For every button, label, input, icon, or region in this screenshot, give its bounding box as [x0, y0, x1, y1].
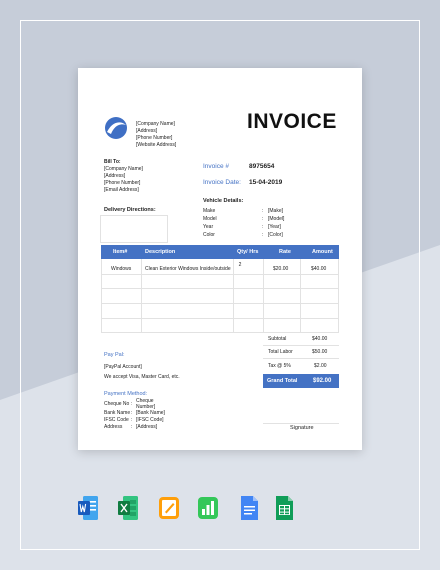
- totals-line: [263, 358, 339, 359]
- table-row-line: [101, 288, 339, 289]
- company-address: [Address]: [136, 128, 158, 134]
- header-description: Description: [145, 249, 176, 255]
- payment-value: [Address]: [136, 424, 158, 430]
- payment-value: [IFSC Code]: [136, 417, 164, 423]
- payment-key: Bank Name: [104, 410, 131, 416]
- payment-method-label: Payment Method:: [104, 391, 148, 397]
- app-icons-row: [0, 494, 440, 526]
- grand-total-value: $92.00: [313, 378, 332, 384]
- google-sheets-icon[interactable]: [273, 494, 295, 522]
- vehicle-row: Color : [Color]: [203, 232, 313, 240]
- totals-line: [263, 345, 339, 346]
- payment-sep: :: [131, 417, 133, 423]
- bill-to-phone: [Phone Number]: [104, 180, 141, 186]
- header-rate: Rate: [279, 249, 291, 255]
- row-rate: $20.00: [273, 266, 289, 272]
- bill-to-label: Bill To:: [104, 159, 121, 165]
- total-labor-label: Total Labor: [268, 349, 293, 355]
- bill-to-block: Bill To: [Company Name] [Address] [Phone…: [104, 159, 143, 194]
- vehicle-key: Model: [203, 216, 217, 222]
- vehicle-value: [Model]: [268, 216, 285, 222]
- payment-sep: :: [131, 424, 133, 430]
- numbers-icon[interactable]: [197, 494, 219, 522]
- table-border: [101, 259, 102, 332]
- bill-to-company: [Company Name]: [104, 166, 143, 172]
- header-amount: Amount: [312, 249, 333, 255]
- paypal-accept: We accept Visa, Master Card, etc.: [104, 374, 180, 380]
- table-border: [338, 259, 339, 332]
- vehicle-row: Model : [Model]: [203, 216, 313, 224]
- vehicle-value: [Make]: [268, 208, 284, 214]
- vehicle-row: Make : [Make]: [203, 208, 313, 216]
- table-divider: [233, 259, 234, 332]
- row-qty: 2: [238, 262, 242, 268]
- google-docs-icon[interactable]: [238, 494, 260, 522]
- row-item: Windows: [111, 266, 132, 272]
- company-name: [Company Name]: [136, 121, 175, 127]
- table-row-line: [101, 303, 339, 304]
- table-row-line: [101, 318, 339, 319]
- vehicle-key: Make: [203, 208, 216, 214]
- header-item: Item#: [113, 249, 128, 255]
- vehicle-value: [Year]: [268, 224, 281, 230]
- bill-to-email: [Email Address]: [104, 187, 139, 193]
- table-divider: [141, 259, 142, 332]
- subtotal-label: Subtotal: [268, 336, 287, 342]
- payment-method-details: Cheque No : Cheque Number] Bank Name : […: [104, 398, 224, 438]
- signature-label: Signature: [290, 425, 314, 431]
- company-phone: [Phone Number]: [136, 135, 173, 141]
- vehicle-sep: :: [262, 224, 264, 230]
- invoice-date: 15-04-2019: [249, 179, 283, 186]
- delivery-directions-box: [100, 215, 168, 243]
- company-logo-icon: [105, 117, 127, 139]
- bill-to-address: [Address]: [104, 173, 126, 179]
- invoice-document: [Company Name] [Address] [Phone Number] …: [78, 68, 362, 450]
- table-row-line: [101, 274, 339, 275]
- table-row-line: [101, 332, 339, 333]
- items-table-header: Item# Description Qty/ Hrs Rate Amount: [101, 245, 339, 259]
- row-description: Clean Exterior Windows Inside/outside: [145, 266, 231, 272]
- invoice-date-label: Invoice Date:: [203, 179, 241, 186]
- company-website: [Website Address]: [136, 142, 177, 148]
- word-icon[interactable]: [77, 494, 99, 522]
- vehicle-key: Color: [203, 232, 215, 238]
- payment-sep: :: [131, 410, 133, 416]
- tax-value: $2.00: [314, 363, 327, 369]
- total-labor-value: $50.00: [312, 349, 328, 355]
- vehicle-details-label: Vehicle Details:: [203, 198, 244, 204]
- vehicle-row: Year : [Year]: [203, 224, 313, 232]
- grand-total-bar: Grand Total $92.00: [263, 374, 339, 388]
- subtotal-value: $40.00: [312, 336, 328, 342]
- header-qty: Qty/ Hrs: [237, 249, 259, 255]
- excel-icon[interactable]: [117, 494, 139, 522]
- row-amount: $40.00: [311, 266, 327, 272]
- invoice-title: INVOICE: [247, 110, 337, 133]
- payment-value: [Bank Name]: [136, 410, 165, 416]
- pages-icon[interactable]: [158, 494, 180, 522]
- vehicle-sep: :: [262, 232, 264, 238]
- company-info: [Company Name] [Address] [Phone Number] …: [136, 121, 176, 149]
- vehicle-sep: :: [262, 208, 264, 214]
- invoice-number: 8975654: [249, 163, 275, 170]
- vehicle-details: Make : [Make] Model : [Model] Year : [Ye…: [203, 208, 313, 240]
- vehicle-value: [Color]: [268, 232, 283, 238]
- payment-key: Cheque No: [104, 401, 130, 407]
- vehicle-sep: :: [262, 216, 264, 222]
- table-divider: [263, 259, 264, 332]
- grand-total-label: Grand Total: [267, 378, 298, 384]
- payment-sep: :: [131, 401, 133, 407]
- paypal-account: [PayPal Account]: [104, 364, 142, 370]
- payment-key: IFSC Code: [104, 417, 129, 423]
- vehicle-key: Year: [203, 224, 214, 230]
- table-divider: [300, 259, 301, 332]
- invoice-number-label: Invoice #: [203, 163, 230, 170]
- paypal-label: Pay Pal:: [104, 352, 125, 358]
- tax-label: Tax @ 5%: [268, 363, 291, 369]
- signature-line: [263, 423, 339, 424]
- delivery-directions-label: Delivery Directions:: [104, 207, 156, 213]
- payment-key: Address: [104, 424, 123, 430]
